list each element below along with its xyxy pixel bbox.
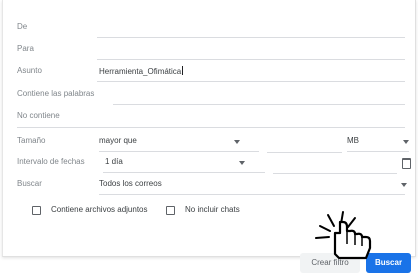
not-contains-input[interactable]: [17, 127, 405, 128]
hand-pointer-icon: [315, 211, 372, 260]
size-label: Tamaño: [17, 136, 46, 145]
search-scope-select[interactable]: Todos los correos: [99, 177, 409, 195]
size-value-input[interactable]: [267, 134, 342, 153]
chevron-down-icon: [403, 140, 409, 144]
size-unit-select[interactable]: MB: [347, 134, 409, 152]
attachments-label: Contiene archivos adjuntos: [51, 205, 148, 214]
size-unit-value: MB: [347, 136, 359, 145]
date-range-underline: [103, 172, 265, 173]
search-scope-row: Buscar Todos los correos: [17, 177, 409, 195]
size-operator-select[interactable]: mayor que: [99, 134, 259, 152]
has-words-input[interactable]: [113, 104, 405, 105]
search-button-label: Buscar: [374, 258, 403, 267]
size-row: Tamaño mayor que MB: [17, 134, 409, 153]
attachments-checkbox[interactable]: [32, 206, 41, 215]
date-range-value: 1 día: [105, 157, 123, 166]
size-operator-underline: [99, 151, 259, 152]
not-contains-row[interactable]: No contiene: [17, 109, 409, 128]
size-unit-underline: [347, 151, 409, 152]
date-range-select[interactable]: 1 día: [103, 155, 265, 173]
no-chats-checkbox[interactable]: [166, 206, 175, 215]
to-label: Para: [17, 44, 34, 53]
from-input[interactable]: [97, 37, 405, 38]
create-filter-label: Crear filtro: [311, 258, 349, 267]
has-words-row[interactable]: Contiene las palabras: [17, 87, 409, 105]
no-chats-label: No incluir chats: [185, 205, 240, 214]
search-scope-label: Buscar: [17, 179, 42, 188]
search-scope-value: Todos los correos: [99, 179, 162, 188]
from-label: De: [17, 22, 28, 31]
subject-input[interactable]: Herramienta_Ofimática: [99, 66, 184, 76]
chevron-down-icon: [234, 140, 240, 144]
subject-value: Herramienta_Ofimática: [99, 67, 182, 76]
search-scope-underline: [99, 194, 405, 195]
from-row[interactable]: De: [17, 20, 409, 38]
has-words-label: Contiene las palabras: [17, 89, 95, 98]
chevron-down-icon: [401, 183, 407, 187]
chevron-down-icon: [239, 161, 245, 165]
subject-row[interactable]: Asunto Herramienta_Ofimática: [17, 64, 409, 82]
date-input[interactable]: [273, 155, 397, 174]
size-operator-value: mayor que: [99, 136, 137, 145]
date-range-row: Intervalo de fechas 1 día: [17, 155, 411, 174]
not-contains-label: No contiene: [17, 111, 60, 120]
date-range-label: Intervalo de fechas: [17, 157, 85, 166]
subject-underline: [97, 81, 405, 82]
subject-label: Asunto: [17, 66, 42, 75]
to-input[interactable]: [97, 59, 405, 60]
text-cursor: [182, 66, 184, 75]
calendar-icon[interactable]: [402, 158, 411, 169]
to-row[interactable]: Para: [17, 42, 409, 60]
